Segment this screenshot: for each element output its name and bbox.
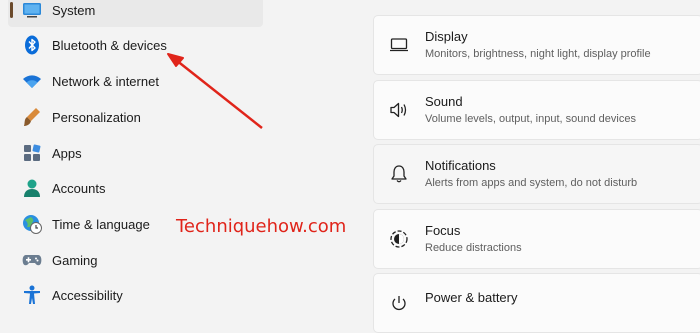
card-title: Power & battery <box>425 290 518 305</box>
focus-icon <box>388 228 410 250</box>
sidebar-item-label: Time & language <box>52 216 150 232</box>
sidebar-item-label: Personalization <box>52 109 141 125</box>
card-title: Notifications <box>425 158 496 173</box>
sidebar-item-network-internet[interactable]: Network & internet <box>8 64 263 98</box>
bluetooth-icon <box>22 35 42 55</box>
sidebar-item-label: Bluetooth & devices <box>52 37 167 53</box>
bell-icon <box>388 163 410 185</box>
display-card[interactable]: Display Monitors, brightness, night ligh… <box>373 15 700 75</box>
settings-sidebar: System Bluetooth & devices Network & int… <box>0 0 270 304</box>
selection-indicator <box>10 2 13 18</box>
accessibility-icon <box>22 285 42 305</box>
power-battery-card[interactable]: Power & battery <box>373 273 700 333</box>
card-title: Focus <box>425 223 461 238</box>
sidebar-item-label: Accessibility <box>52 287 123 303</box>
card-subtitle: Volume levels, output, input, sound devi… <box>425 113 636 125</box>
card-title: Sound <box>425 94 463 109</box>
sidebar-item-gaming[interactable]: Gaming <box>8 243 263 277</box>
sidebar-item-apps[interactable]: Apps <box>8 136 263 170</box>
sidebar-item-accessibility[interactable]: Accessibility <box>8 278 263 312</box>
sidebar-item-accounts[interactable]: Accounts <box>8 171 263 205</box>
sidebar-item-label: Network & internet <box>52 73 159 89</box>
focus-card[interactable]: Focus Reduce distractions <box>373 209 700 269</box>
sidebar-item-label: Apps <box>52 145 82 161</box>
sidebar-item-label: Accounts <box>52 180 106 196</box>
sidebar-item-system[interactable]: System <box>8 0 263 27</box>
sidebar-item-label: System <box>52 2 96 18</box>
sound-card[interactable]: Sound Volume levels, output, input, soun… <box>373 80 700 140</box>
power-icon <box>388 292 410 314</box>
card-title: Display <box>425 29 468 44</box>
card-subtitle: Monitors, brightness, night light, displ… <box>425 48 651 60</box>
monitor-icon <box>22 0 42 20</box>
notifications-card[interactable]: Notifications Alerts from apps and syste… <box>373 144 700 204</box>
card-subtitle: Alerts from apps and system, do not dist… <box>425 177 638 189</box>
card-subtitle: Reduce distractions <box>425 242 522 254</box>
speaker-icon <box>388 99 410 121</box>
watermark-text: Techniquehow.com <box>176 216 347 237</box>
sidebar-item-label: Gaming <box>52 252 98 268</box>
gamepad-icon <box>22 250 42 270</box>
sidebar-item-bluetooth-devices[interactable]: Bluetooth & devices <box>8 28 263 62</box>
display-icon <box>388 34 410 56</box>
sidebar-item-personalization[interactable]: Personalization <box>8 100 263 134</box>
apps-icon <box>22 143 42 163</box>
brush-icon <box>22 107 42 127</box>
person-icon <box>22 178 42 198</box>
wifi-icon <box>22 71 42 91</box>
globe-clock-icon <box>22 214 42 234</box>
